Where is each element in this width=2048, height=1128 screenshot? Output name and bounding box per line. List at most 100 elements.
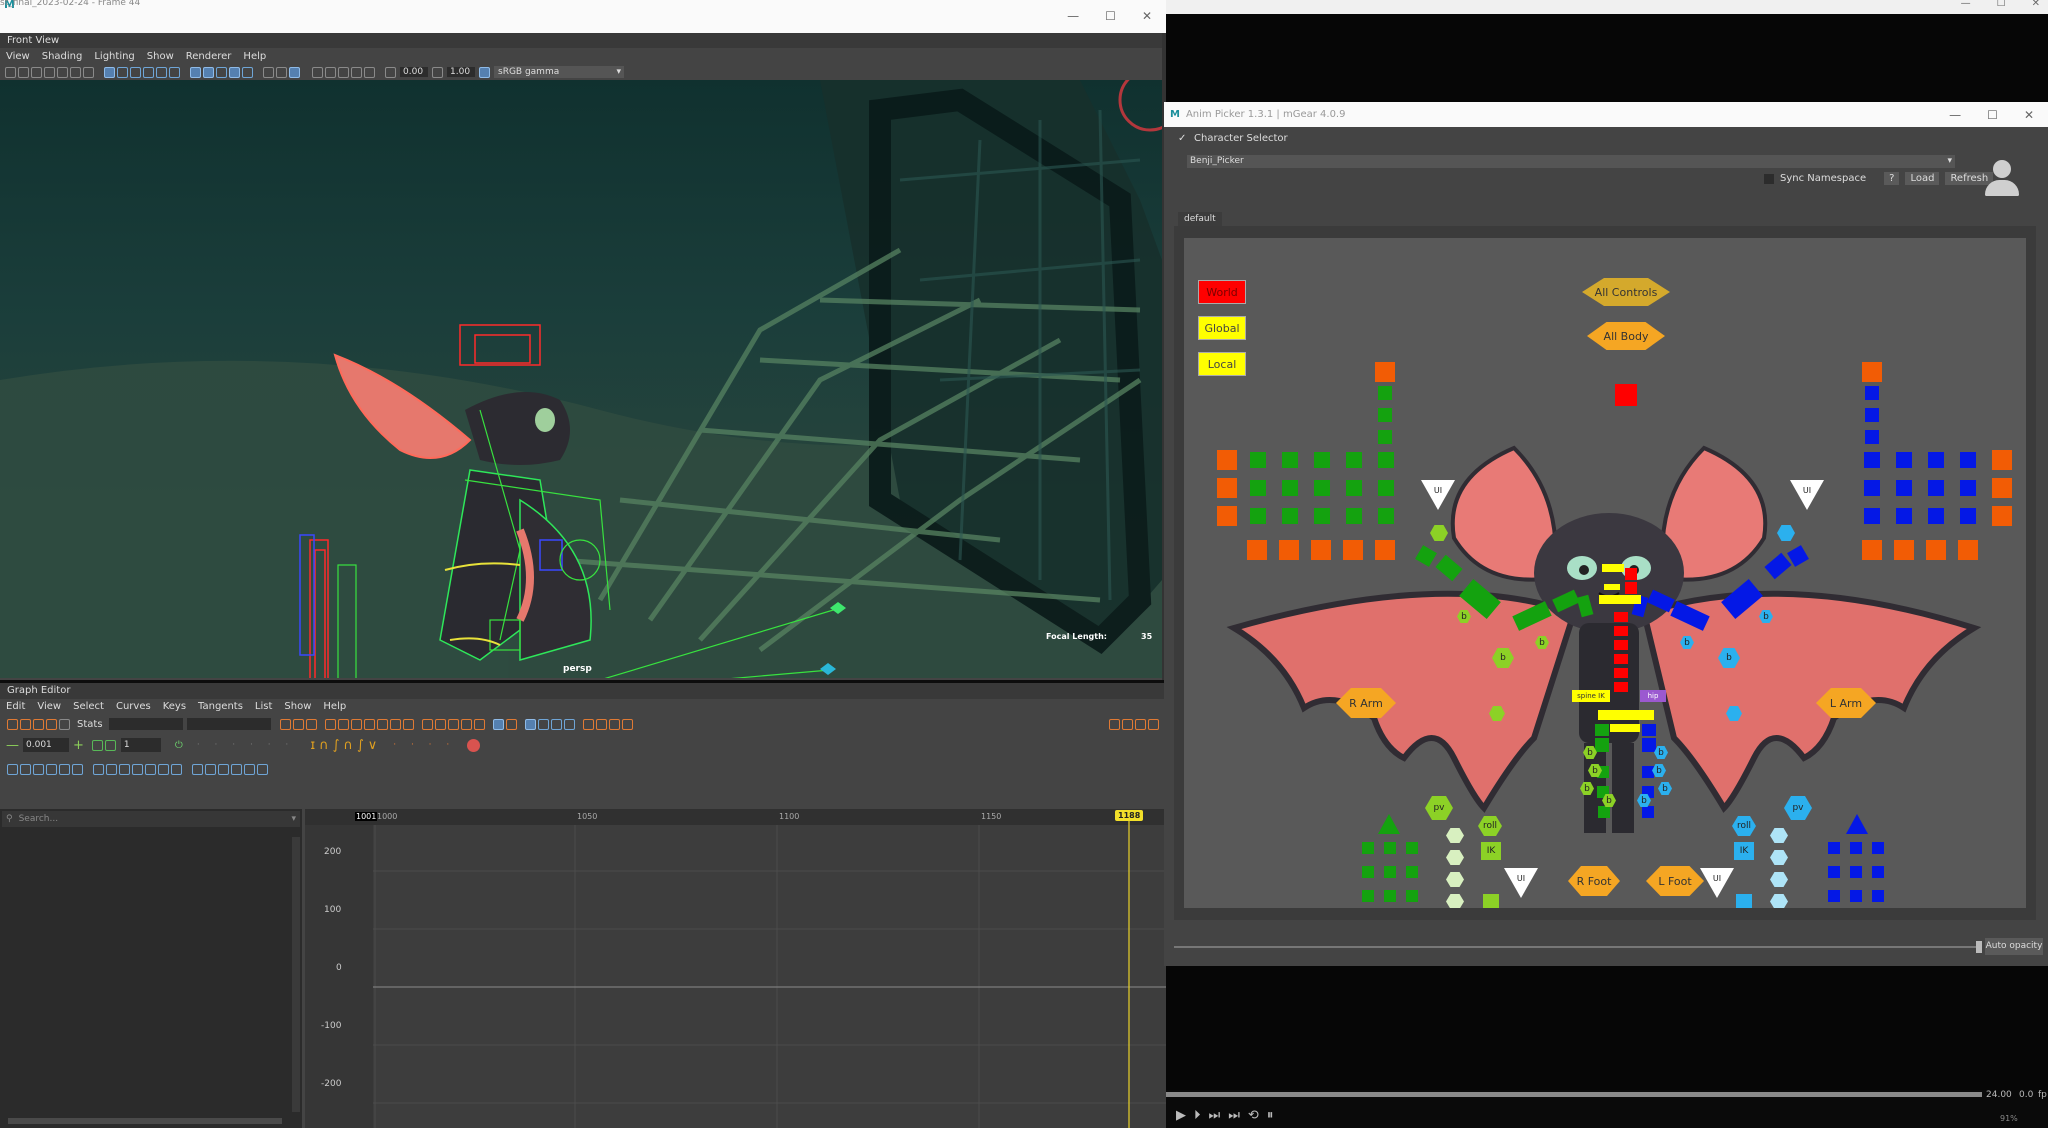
- ge-menu-curves[interactable]: Curves: [116, 701, 151, 712]
- ambient-icon[interactable]: [289, 66, 300, 78]
- load-button[interactable]: Load: [1905, 172, 1940, 185]
- ge-layout-icon[interactable]: [1109, 718, 1120, 730]
- r-finger-ctrl[interactable]: [1346, 508, 1362, 524]
- local-button[interactable]: Local: [1198, 352, 1246, 376]
- aa-icon[interactable]: [263, 66, 274, 78]
- l-toe-ctrl[interactable]: [1872, 842, 1884, 854]
- r-finger-ctrl[interactable]: [1378, 452, 1394, 468]
- r-toe-ctrl[interactable]: [1362, 842, 1374, 854]
- film-gate-icon[interactable]: [70, 66, 81, 78]
- smooth-shade-icon[interactable]: [117, 66, 128, 78]
- noise-icon[interactable]: [218, 763, 229, 775]
- step-up-icon[interactable]: [104, 739, 116, 751]
- minimize-icon[interactable]: —: [1067, 9, 1079, 23]
- unify-tangent-icon[interactable]: [447, 718, 459, 730]
- offset-icon[interactable]: [145, 763, 156, 775]
- menu-help[interactable]: Help: [243, 51, 266, 62]
- ge-menu-help[interactable]: Help: [323, 701, 346, 712]
- spine-fk-control[interactable]: [1614, 612, 1628, 622]
- r-toe-ctrl[interactable]: [1384, 890, 1396, 902]
- xray-icon[interactable]: [203, 66, 214, 78]
- l-finger-ctrl[interactable]: [1928, 452, 1944, 468]
- r-finger-ctrl[interactable]: [1314, 508, 1330, 524]
- image-plane-icon[interactable]: [44, 66, 55, 78]
- r-toe-ctrl[interactable]: [1384, 866, 1396, 878]
- menu-renderer[interactable]: Renderer: [186, 51, 232, 62]
- last-frame-icon[interactable]: ⏭: [1228, 1108, 1240, 1123]
- opacity-slider[interactable]: [1174, 941, 1982, 953]
- r-ik-control[interactable]: IK: [1481, 842, 1501, 860]
- l-finger-base[interactable]: [1992, 478, 2012, 498]
- l-toe-ctrl[interactable]: [1872, 890, 1884, 902]
- motion-blur-icon[interactable]: [242, 66, 253, 78]
- l-thigh-control[interactable]: [1642, 724, 1656, 736]
- l-finger-ctrl[interactable]: [1865, 386, 1879, 400]
- spline-tangent-icon[interactable]: [337, 718, 349, 730]
- l-upleg-control[interactable]: [1642, 738, 1656, 752]
- l-finger-tip[interactable]: [1862, 540, 1882, 560]
- hud-icon[interactable]: [351, 66, 362, 78]
- current-frame-marker[interactable]: 1188: [1115, 810, 1144, 821]
- scale-icon[interactable]: [132, 763, 143, 775]
- loop-icon[interactable]: ⟲: [1248, 1108, 1259, 1123]
- r-finger-base[interactable]: [1217, 450, 1237, 470]
- ge-menu-select[interactable]: Select: [73, 701, 104, 712]
- r-toe-ctrl[interactable]: [1384, 842, 1396, 854]
- cycle-offset-icon[interactable]: [595, 718, 607, 730]
- safe-action-icon[interactable]: [364, 66, 375, 78]
- l-finger-ctrl[interactable]: [1928, 508, 1944, 524]
- menu-lighting[interactable]: Lighting: [94, 51, 134, 62]
- r-thigh-control[interactable]: [1595, 724, 1609, 736]
- tween-icon[interactable]: [192, 763, 203, 775]
- r-finger-ctrl[interactable]: [1282, 480, 1298, 496]
- r-finger-ctrl[interactable]: [1378, 408, 1392, 422]
- simplify-icon[interactable]: [33, 763, 44, 775]
- step-tangent-icon[interactable]: [389, 718, 401, 730]
- auto-tangent-icon[interactable]: [324, 718, 336, 730]
- outliner-scrollbar[interactable]: [292, 837, 300, 1112]
- l-finger-ctrl[interactable]: [1896, 508, 1912, 524]
- grid-icon[interactable]: [57, 66, 68, 78]
- spine-fk-control[interactable]: [1614, 640, 1628, 650]
- r-finger-base[interactable]: [1217, 478, 1237, 498]
- picker-dropdown[interactable]: Benji_Picker ▾: [1187, 155, 1955, 168]
- peak-remover-icon[interactable]: [93, 763, 104, 775]
- bg-close-icon[interactable]: ✕: [2032, 0, 2040, 9]
- spine-fk-control[interactable]: [1614, 682, 1628, 692]
- l-finger-ctrl[interactable]: [1896, 452, 1912, 468]
- ease-icon[interactable]: [231, 763, 242, 775]
- clamped-tangent-icon[interactable]: [350, 718, 362, 730]
- sync-namespace-checkbox[interactable]: [1764, 173, 1774, 184]
- lights-icon[interactable]: [143, 66, 154, 78]
- r-finger-ctrl[interactable]: [1378, 480, 1394, 496]
- xray-joints-icon[interactable]: [216, 66, 227, 78]
- r-finger-ctrl[interactable]: [1314, 452, 1330, 468]
- l-heel-control[interactable]: [1736, 894, 1752, 908]
- menu-show[interactable]: Show: [147, 51, 174, 62]
- playback-timeline[interactable]: [1166, 1092, 1982, 1097]
- minus-icon[interactable]: —: [6, 738, 19, 753]
- constant-icon[interactable]: [621, 718, 633, 730]
- l-finger-ctrl[interactable]: [1928, 480, 1944, 496]
- r-finger-tip[interactable]: [1247, 540, 1267, 560]
- r-finger-tip[interactable]: [1343, 540, 1363, 560]
- retime-icon[interactable]: [59, 718, 70, 730]
- gaussian-icon[interactable]: [106, 763, 117, 775]
- ge-dope-icon[interactable]: [1135, 718, 1146, 730]
- ge-menu-view[interactable]: View: [37, 701, 61, 712]
- post-infinity-icon[interactable]: [550, 718, 562, 730]
- resolution-gate-icon[interactable]: [83, 66, 94, 78]
- free-weight-icon[interactable]: [460, 718, 472, 730]
- l-finger-base[interactable]: [1992, 506, 2012, 526]
- l-knee-control[interactable]: [1642, 766, 1654, 778]
- chest-control[interactable]: [1604, 584, 1620, 590]
- normalize-icon[interactable]: [492, 718, 504, 730]
- l-finger-tip[interactable]: [1958, 540, 1978, 560]
- r-toe-ctrl[interactable]: [1362, 866, 1374, 878]
- l-finger-tip[interactable]: [1926, 540, 1946, 560]
- shadows-icon[interactable]: [156, 66, 167, 78]
- magnet-icon[interactable]: [171, 763, 182, 775]
- step-down-icon[interactable]: [91, 739, 103, 751]
- play-icon[interactable]: ▶: [1176, 1108, 1186, 1123]
- snap-icon[interactable]: [158, 763, 169, 775]
